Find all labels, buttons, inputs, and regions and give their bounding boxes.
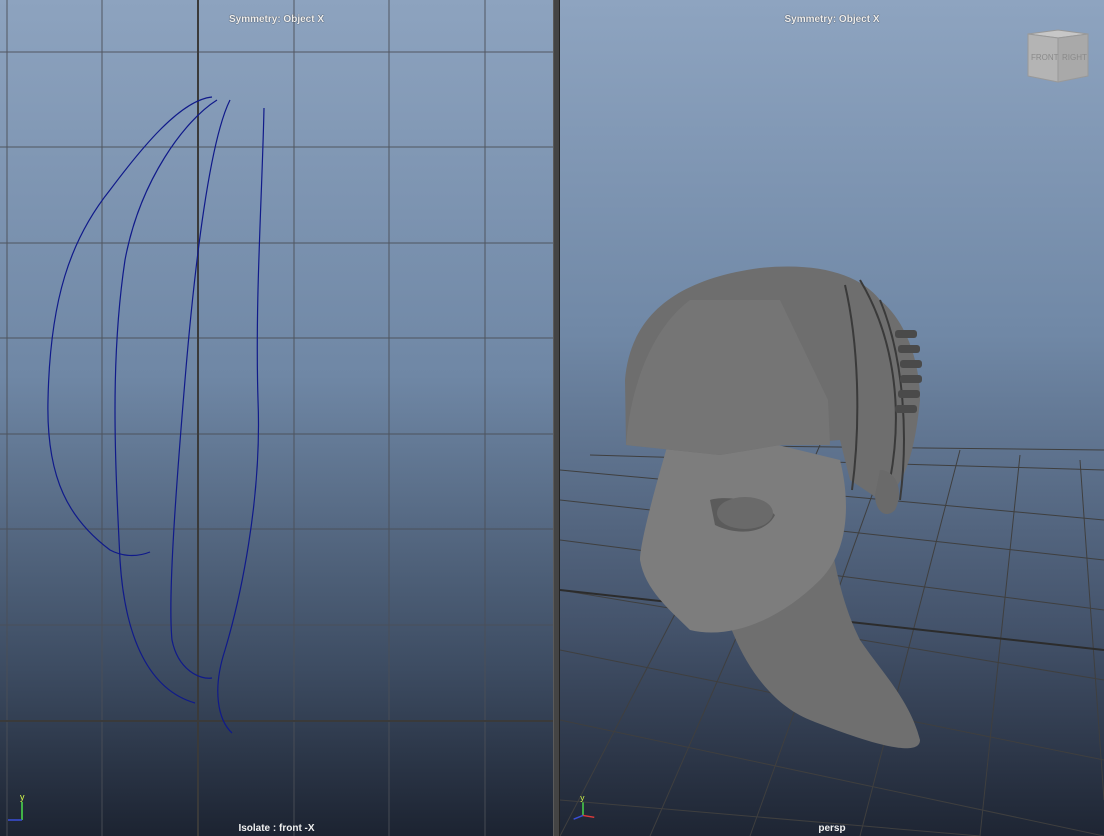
persp-view-label: persp: [818, 823, 846, 834]
svg-text:y: y: [20, 792, 25, 802]
front-grid: [0, 0, 553, 836]
axis-gizmo-icon: y: [8, 792, 25, 821]
axis-gizmo-icon: y: [573, 792, 595, 820]
head-model[interactable]: [625, 266, 922, 749]
viewcube-icon[interactable]: FRONT RIGHT: [1026, 28, 1090, 84]
svg-text:RIGHT: RIGHT: [1062, 53, 1087, 62]
front-viewport[interactable]: Symmetry: Object X y Isolate : front -X: [0, 0, 553, 836]
hair-curves[interactable]: [47, 96, 265, 734]
persp-viewport[interactable]: Symmetry: Object X FRONT RIGHT y persp: [560, 0, 1104, 836]
svg-text:FRONT: FRONT: [1031, 53, 1059, 62]
front-symmetry-title: Symmetry: Object X: [228, 14, 325, 25]
persp-symmetry-title: Symmetry: Object X: [784, 14, 880, 25]
persp-scene: [560, 266, 1104, 836]
viewport-splitter[interactable]: [553, 0, 560, 836]
svg-text:y: y: [580, 792, 585, 802]
front-view-label: Isolate : front -X: [238, 823, 315, 834]
